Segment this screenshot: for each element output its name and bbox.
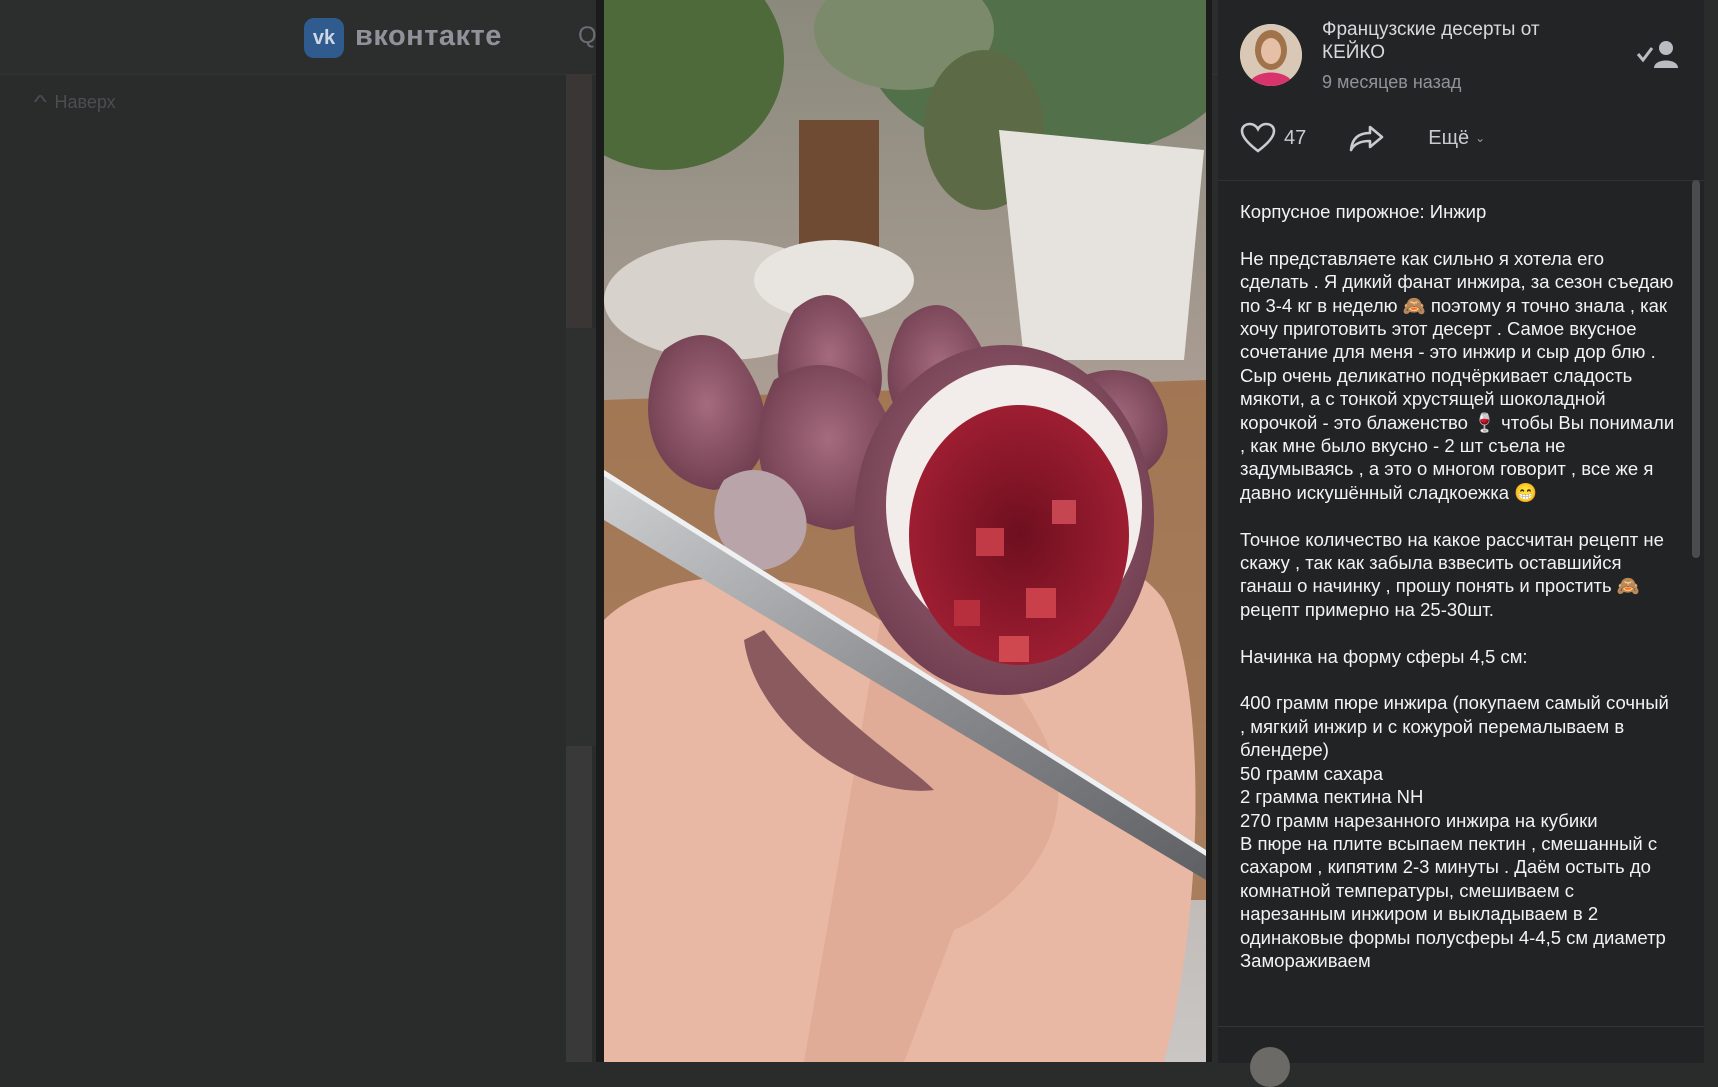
- like-button[interactable]: 47: [1240, 122, 1306, 154]
- like-count: 47: [1284, 126, 1307, 149]
- post-paragraph: Точное количество на какое рассчитан рец…: [1240, 528, 1664, 620]
- back-to-top-label: Наверх: [54, 92, 116, 112]
- background-page-edge: [1704, 0, 1718, 1062]
- chevron-up-icon: ^: [33, 92, 47, 112]
- post-paragraph: Не представляете как сильно я хотела его…: [1240, 247, 1675, 503]
- post-side-panel: Французские десерты от КЕЙКО 9 месяцев н…: [1218, 0, 1704, 1087]
- post-title: Корпусное пирожное: Инжир: [1240, 201, 1487, 222]
- recipe-line: Замораживаем: [1240, 949, 1371, 971]
- author-avatar[interactable]: [1240, 24, 1302, 86]
- background-thumbnail: [566, 74, 592, 328]
- post-header: Французские десерты от КЕЙКО 9 месяцев н…: [1218, 0, 1704, 181]
- background-panel: [566, 328, 596, 746]
- chevron-down-icon: ⌄: [1475, 131, 1486, 145]
- recipe-line: 270 грамм нарезанного инжира на кубики: [1240, 809, 1598, 831]
- video-player[interactable]: [596, 0, 1212, 1062]
- author-photo: [1240, 24, 1302, 86]
- recipe-line: В пюре на плите всыпаем пектин , смешанн…: [1240, 832, 1666, 948]
- search-icon[interactable]: Q: [578, 22, 597, 50]
- dessert-video-frame: [604, 0, 1206, 1062]
- share-arrow-icon: [1349, 125, 1384, 152]
- vk-logo-icon[interactable]: vk: [304, 18, 344, 58]
- heart-icon: [1240, 122, 1276, 153]
- comment-bar[interactable]: [1218, 1026, 1704, 1087]
- commenter-avatar: [1250, 1047, 1290, 1087]
- more-button[interactable]: Ещё ⌄: [1428, 127, 1485, 150]
- author-name[interactable]: Французские десерты от КЕЙКО: [1322, 18, 1592, 64]
- post-actions: 47 Ещё ⌄: [1240, 120, 1485, 156]
- background-thumbnail: [566, 746, 592, 1062]
- post-text: Корпусное пирожное: Инжир Не представляе…: [1240, 200, 1676, 972]
- post-scrollbar[interactable]: [1692, 180, 1700, 558]
- post-timestamp[interactable]: 9 месяцев назад: [1322, 72, 1461, 93]
- recipe-line: 2 грамма пектина NH: [1240, 786, 1424, 808]
- more-label: Ещё: [1428, 126, 1470, 149]
- recipe-line: 50 грамм сахара: [1240, 762, 1384, 784]
- share-button[interactable]: [1348, 123, 1386, 153]
- recipe-line: 400 грамм пюре инжира (покупаем самый со…: [1240, 692, 1669, 761]
- post-paragraph: Начинка на форму сферы 4,5 см:: [1240, 645, 1528, 667]
- add-friend-icon[interactable]: [1636, 38, 1680, 72]
- back-to-top-link[interactable]: ^ Наверх: [33, 92, 116, 113]
- brand-name[interactable]: вконтакте: [355, 20, 502, 53]
